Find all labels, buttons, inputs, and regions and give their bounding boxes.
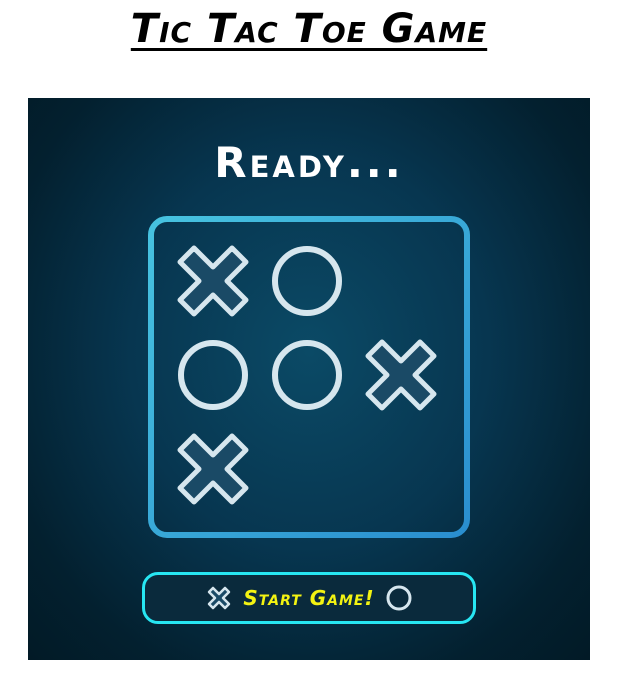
game-panel: Ready... Start Game! [28, 98, 590, 660]
o-mark-icon [272, 246, 342, 316]
board-cell-2[interactable] [260, 234, 354, 328]
board-cell-7[interactable] [166, 422, 260, 516]
board-cell-8[interactable] [260, 422, 354, 516]
game-status: Ready... [214, 138, 404, 187]
board-cell-1[interactable] [166, 234, 260, 328]
board-cell-3[interactable] [354, 234, 448, 328]
o-mark-icon [178, 340, 248, 410]
start-game-button[interactable]: Start Game! [142, 572, 476, 624]
x-mark-icon [177, 245, 249, 317]
o-mark-icon [385, 584, 413, 612]
x-mark-icon [365, 339, 437, 411]
x-mark-icon [205, 584, 233, 612]
board-cell-5[interactable] [260, 328, 354, 422]
o-mark-icon [272, 340, 342, 410]
page-title: Tic Tac Toe Game [130, 6, 488, 52]
x-mark-icon [177, 433, 249, 505]
board-cell-9[interactable] [354, 422, 448, 516]
board-cell-4[interactable] [166, 328, 260, 422]
game-board [148, 216, 470, 538]
board-cell-6[interactable] [354, 328, 448, 422]
start-game-label: Start Game! [243, 586, 375, 610]
